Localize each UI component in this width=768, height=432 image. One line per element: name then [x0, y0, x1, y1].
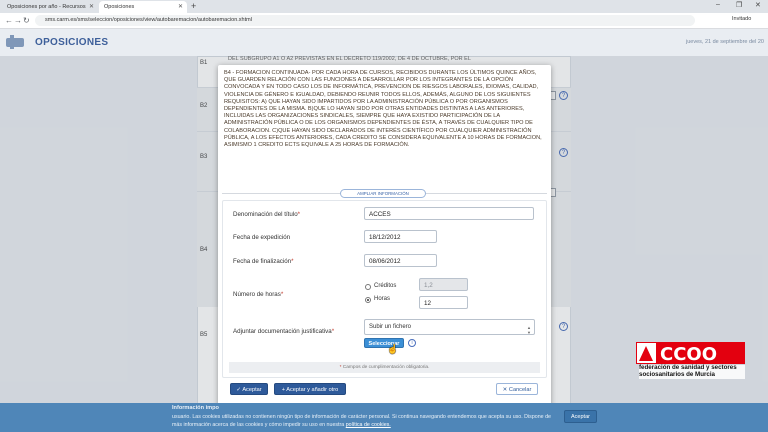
cookie-title: Información impo — [172, 405, 219, 411]
accept-and-add-button[interactable]: + Aceptar y añadir otro — [274, 383, 346, 395]
cookie-accept-button[interactable]: Aceptar — [564, 410, 597, 423]
cookie-policy-link[interactable]: política de cookies. — [346, 422, 391, 428]
browser-tab-2[interactable]: Oposiciones ✕ — [99, 1, 187, 13]
expedicion-label: Fecha de expedición — [233, 234, 291, 241]
forward-icon[interactable]: → — [14, 16, 22, 25]
merit-description: B4 - FORMACION CONTINUADA- POR CADA HORA… — [224, 70, 542, 149]
cookie-banner: Información impo usuario. Las cookies ut… — [0, 403, 768, 432]
creditos-radio[interactable] — [365, 284, 371, 290]
cancel-button[interactable]: ✕ Cancelar — [496, 383, 538, 395]
accept-button[interactable]: ✓ Aceptar — [230, 383, 268, 395]
file-upload-placeholder: Subir un fichero — [369, 324, 412, 330]
minimize-icon[interactable]: – — [716, 1, 720, 8]
doc-label: Adjuntar documentación justificativa* — [233, 328, 335, 335]
expedicion-date-input[interactable]: 18/12/2012 — [364, 230, 437, 243]
modal-dialog: B4 - FORMACION CONTINUADA- POR CADA HORA… — [218, 65, 551, 410]
form-area — [222, 200, 547, 378]
ccoo-watermark: CCOO federación de sanidad y sectores so… — [636, 342, 745, 380]
url-bar[interactable]: sms.carm.es/sms/seleccion/oposiciones/vi… — [35, 15, 695, 26]
ccoo-logo: CCOO — [636, 342, 745, 364]
chevron-down-icon: ▲ ▼ — [527, 325, 531, 335]
horas-label: Número de horas* — [233, 291, 284, 298]
address-row: ← → ↻ sms.carm.es/sms/seleccion/oposicio… — [0, 13, 768, 29]
close-icon[interactable]: ✕ — [89, 3, 94, 10]
reload-icon[interactable]: ↻ — [23, 16, 30, 25]
url-text: sms.carm.es/sms/seleccion/oposiciones/vi… — [45, 17, 252, 23]
horas-radio[interactable] — [365, 297, 371, 303]
mouse-cursor-icon: ☝ — [387, 344, 399, 354]
finalizacion-date-input[interactable]: 08/06/2012 — [364, 254, 437, 267]
back-icon[interactable]: ← — [5, 16, 13, 25]
app-header: OPOSICIONES jueves, 21 de septiembre del… — [0, 29, 768, 56]
close-icon[interactable]: ✕ — [178, 3, 183, 10]
browser-tab-1[interactable]: Oposiciones por año - Recursos ✕ — [2, 1, 98, 13]
horas-input[interactable]: 12 — [419, 296, 468, 309]
cookie-text: usuario. Las cookies utilizadas no conti… — [172, 414, 551, 428]
finalizacion-label: Fecha de finalización* — [233, 258, 294, 265]
new-tab-icon[interactable]: + — [191, 1, 196, 11]
titulo-label: Denominación del título* — [233, 211, 301, 218]
profile-label[interactable]: Invitado — [732, 16, 751, 22]
browser-tab-strip: Oposiciones por año - Recursos ✕ Oposici… — [0, 0, 768, 13]
page-title: OPOSICIONES — [35, 37, 109, 48]
creditos-option-label: Créditos — [374, 283, 397, 289]
maximize-icon[interactable]: ❐ — [736, 1, 742, 9]
info-icon[interactable]: i — [408, 339, 416, 347]
tab-label: Oposiciones — [104, 4, 135, 10]
close-window-icon[interactable]: ✕ — [755, 1, 761, 9]
svg-text:CCOO: CCOO — [660, 344, 717, 364]
horas-option-label: Horas — [374, 296, 391, 302]
app-logo-icon — [6, 35, 24, 49]
file-upload-field[interactable]: Subir un fichero ▲ ▼ — [364, 319, 535, 335]
required-fields-notice: * Campos de cumplimentación obligatoria. — [229, 362, 540, 373]
ampliar-informacion-button[interactable]: AMPLIAR INFORMACIÓN — [340, 189, 426, 198]
creditos-input: 1,2 — [419, 278, 468, 291]
date-label: jueves, 21 de septiembre del 20 — [686, 39, 764, 45]
ccoo-tagline: federación de sanidad y sectores sociosa… — [639, 364, 745, 379]
tab-label: Oposiciones por año - Recursos — [7, 4, 86, 10]
titulo-input[interactable]: ACCES — [364, 207, 534, 220]
